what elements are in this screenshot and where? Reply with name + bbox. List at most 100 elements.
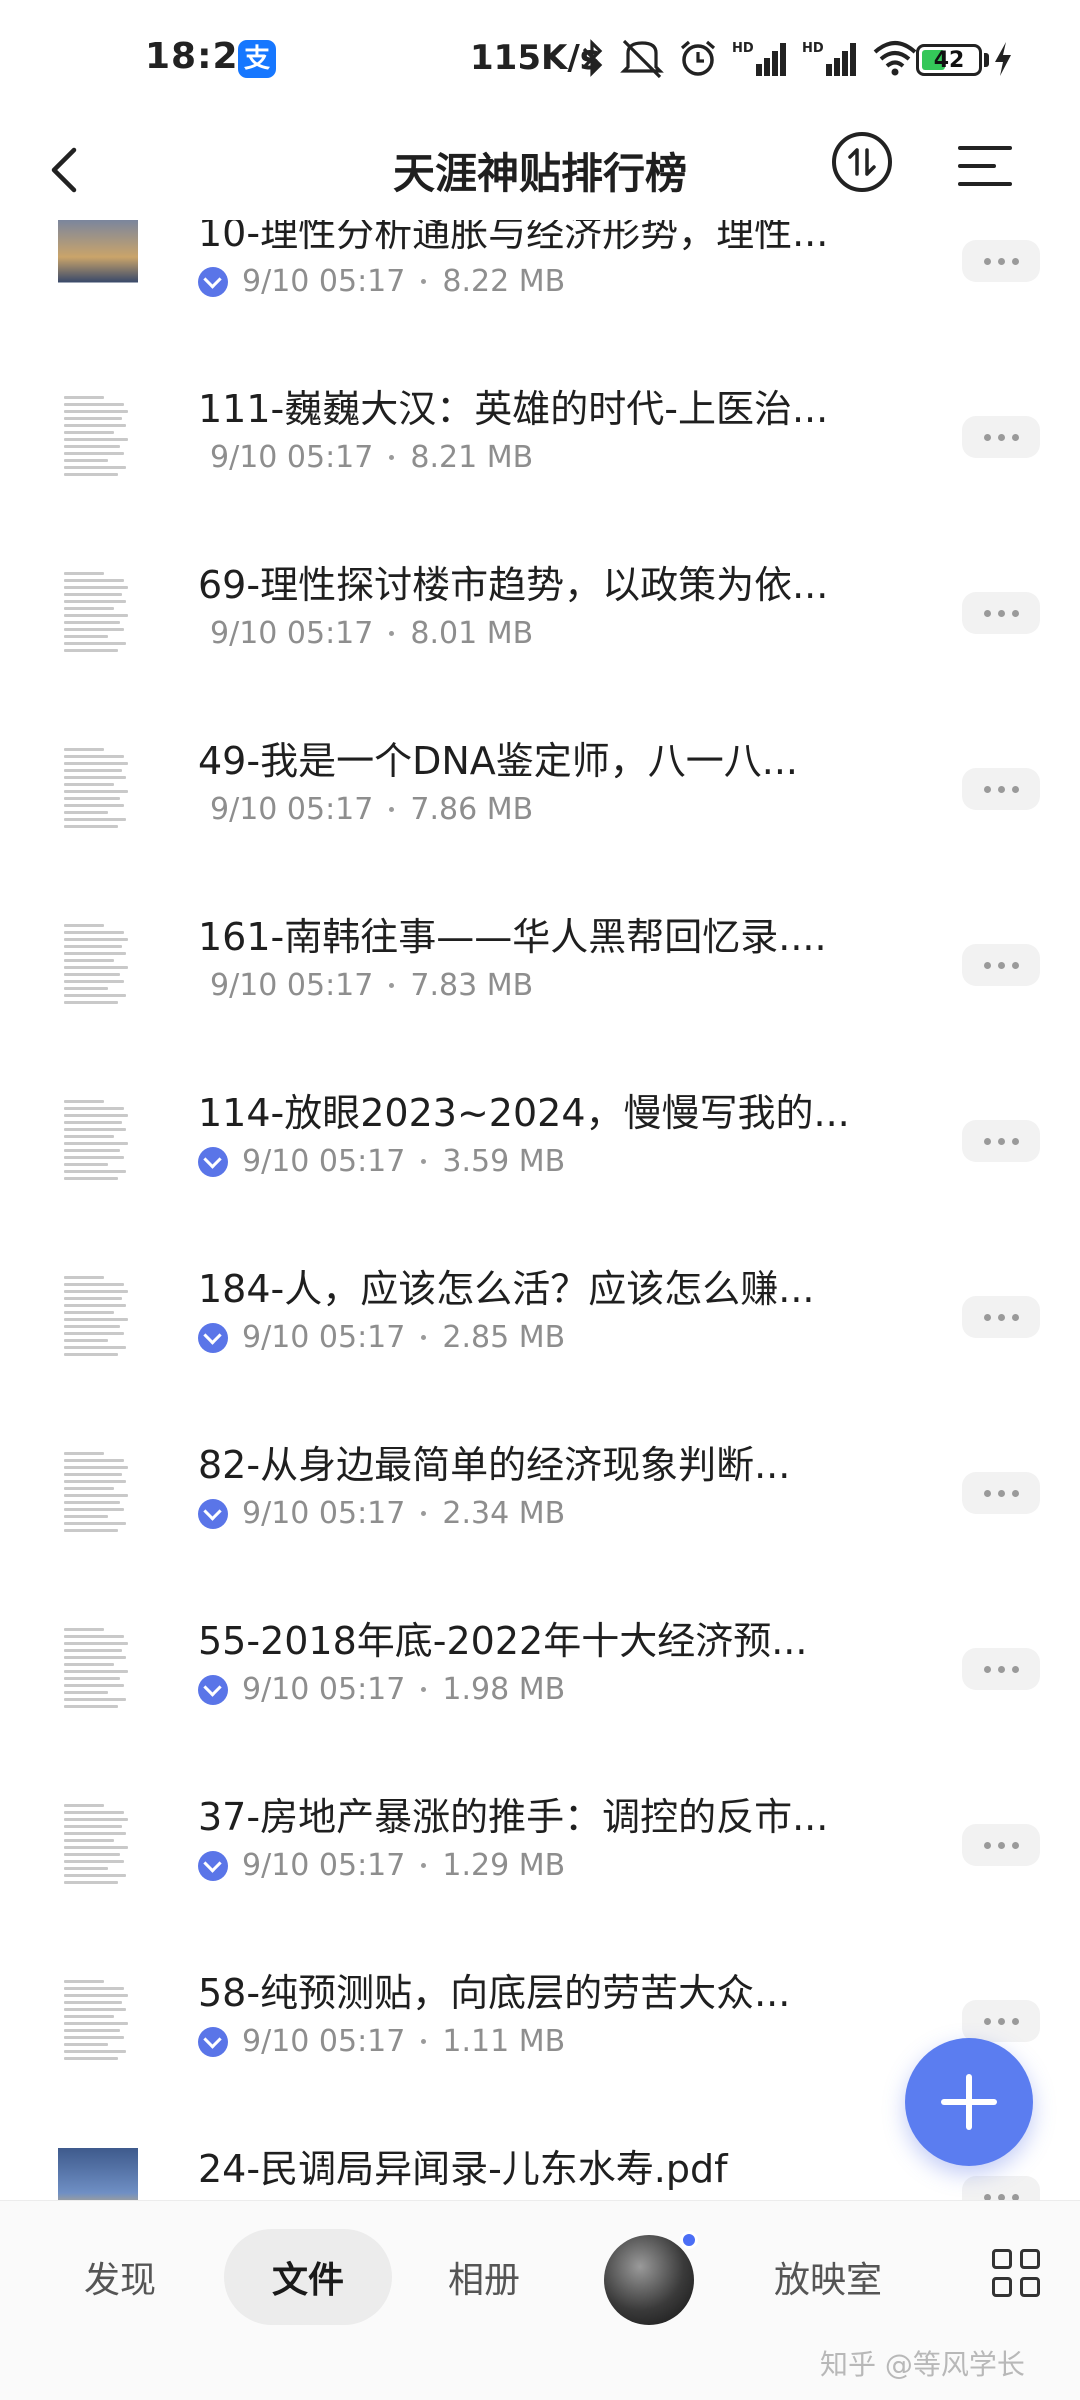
file-meta: 9/10 05:17 2.34 MB — [198, 1496, 565, 1531]
separator-dot — [421, 1335, 427, 1340]
assistant-orb-button[interactable] — [604, 2235, 694, 2325]
downloaded-icon — [198, 1850, 228, 1881]
file-row[interactable]: 161-南韩往事——华人黑帮回忆录.... 9/10 05:17 7.83 MB — [0, 876, 1080, 1052]
more-options-button[interactable] — [962, 240, 1040, 282]
more-options-button[interactable] — [962, 768, 1040, 810]
more-options-button[interactable] — [962, 1824, 1040, 1866]
file-row[interactable]: 37-房地产暴涨的推手：调控的反市... 9/10 05:17 1.29 MB — [0, 1756, 1080, 1932]
hd-signal-icon: HD — [802, 41, 856, 76]
more-options-button[interactable] — [962, 1296, 1040, 1338]
file-time: 9/10 05:17 — [242, 1672, 406, 1707]
alarm-icon — [680, 40, 716, 76]
more-options-button[interactable] — [962, 1472, 1040, 1514]
sort-button[interactable] — [832, 132, 892, 192]
file-thumbnail — [58, 220, 138, 312]
svg-text:HD: HD — [802, 41, 824, 56]
file-thumbnail — [58, 1444, 138, 1544]
more-dot — [983, 2017, 991, 2025]
more-options-button[interactable] — [962, 944, 1040, 986]
file-meta: 9/10 05:17 1.98 MB — [198, 1672, 565, 1707]
menu-line — [958, 146, 1012, 150]
tab-discover[interactable]: 发现 — [84, 2251, 156, 2303]
more-dot — [1011, 1489, 1019, 1497]
file-row[interactable]: 184-人，应该怎么活？应该怎么赚... 9/10 05:17 2.85 MB — [0, 1228, 1080, 1404]
file-size: 8.22 MB — [442, 264, 566, 299]
more-dot — [997, 785, 1005, 793]
file-meta: 9/10 05:17 2.85 MB — [198, 1320, 565, 1355]
status-icons: HD HD — [580, 36, 918, 80]
file-time: 9/10 05:17 — [242, 1496, 406, 1531]
file-row[interactable]: 49-我是一个DNA鉴定师，八一八... 9/10 05:17 7.86 MB — [0, 700, 1080, 876]
file-row[interactable]: 82-从身边最简单的经济现象判断... 9/10 05:17 2.34 MB — [0, 1404, 1080, 1580]
battery-icon: 42 — [916, 44, 982, 76]
apps-grid-icon[interactable] — [992, 2249, 1042, 2299]
file-name: 55-2018年底-2022年十大经济预... — [198, 1619, 808, 1663]
more-options-button[interactable] — [962, 592, 1040, 634]
more-dot — [1011, 609, 1019, 617]
sort-icon — [848, 148, 876, 176]
more-options-button[interactable] — [962, 416, 1040, 458]
bottom-tab-bar: 发现 文件 相册 放映室 知乎 @等风学长 — [0, 2200, 1080, 2400]
file-meta: 9/10 05:17 7.86 MB — [210, 792, 533, 827]
more-dot — [1011, 2017, 1019, 2025]
tab-cinema[interactable]: 放映室 — [774, 2251, 882, 2303]
menu-line — [958, 164, 996, 168]
more-options-button[interactable] — [962, 1120, 1040, 1162]
file-meta: 9/10 05:17 8.01 MB — [210, 616, 533, 651]
more-dot — [997, 1137, 1005, 1145]
file-thumbnail — [58, 388, 138, 488]
downloaded-icon — [198, 2026, 228, 2057]
separator-dot — [421, 2039, 427, 2044]
file-size: 8.01 MB — [410, 616, 534, 651]
add-button[interactable] — [905, 2038, 1033, 2166]
file-time: 9/10 05:17 — [242, 1320, 406, 1355]
file-row[interactable]: 69-理性探讨楼市趋势，以政策为依... 9/10 05:17 8.01 MB — [0, 524, 1080, 700]
more-dot — [1011, 257, 1019, 265]
tab-files[interactable]: 文件 — [224, 2229, 393, 2325]
separator-dot — [389, 455, 395, 460]
wifi-icon — [873, 41, 917, 76]
file-time: 9/10 05:17 — [210, 616, 374, 651]
file-name: 114-放眼2023~2024，慢慢写我的... — [198, 1091, 850, 1135]
more-dot — [983, 433, 991, 441]
more-dot — [983, 257, 991, 265]
file-row[interactable]: 111-巍巍大汉：英雄的时代-上医治... 9/10 05:17 8.21 MB — [0, 348, 1080, 524]
file-time: 9/10 05:17 — [210, 440, 374, 475]
file-meta: 9/10 05:17 1.29 MB — [198, 1848, 565, 1883]
more-dot — [983, 609, 991, 617]
more-dot — [1011, 1665, 1019, 1673]
more-options-button[interactable] — [962, 2176, 1040, 2200]
downloaded-icon — [198, 1146, 228, 1177]
more-dot — [983, 785, 991, 793]
more-dot — [983, 1489, 991, 1497]
file-row[interactable]: 55-2018年底-2022年十大经济预... 9/10 05:17 1.98 MB — [0, 1580, 1080, 1756]
file-row[interactable]: 114-放眼2023~2024，慢慢写我的... 9/10 05:17 3.59 M… — [0, 1052, 1080, 1228]
status-bar: 18:25 支 115K/s HD HD 42 — [0, 0, 1080, 120]
svg-text:HD: HD — [732, 41, 754, 56]
more-dot — [997, 257, 1005, 265]
file-row[interactable]: 10-理性分析通胀与经济形势，理性... 9/10 05:17 8.22 MB — [0, 220, 1080, 348]
more-dot — [997, 2017, 1005, 2025]
file-time: 9/10 05:17 — [210, 792, 374, 827]
separator-dot — [421, 1159, 427, 1164]
more-options-button[interactable] — [962, 2000, 1040, 2042]
more-dot — [1011, 1313, 1019, 1321]
file-meta: 9/10 05:17 8.22 MB — [198, 264, 565, 299]
file-meta: 9/10 05:17 1.11 MB — [198, 2024, 565, 2059]
file-time: 9/10 05:17 — [242, 1848, 406, 1883]
tab-album[interactable]: 相册 — [448, 2251, 520, 2303]
separator-dot — [421, 1863, 427, 1868]
menu-button[interactable] — [958, 146, 1012, 186]
file-name: 49-我是一个DNA鉴定师，八一八... — [198, 739, 798, 783]
more-options-button[interactable] — [962, 1648, 1040, 1690]
file-thumbnail — [58, 1268, 138, 1368]
more-dot — [997, 961, 1005, 969]
file-time: 9/10 05:17 — [242, 1144, 406, 1179]
file-thumbnail — [58, 1092, 138, 1192]
file-size: 7.86 MB — [410, 792, 534, 827]
more-dot — [997, 1313, 1005, 1321]
file-name: 37-房地产暴涨的推手：调控的反市... — [198, 1795, 829, 1839]
more-dot — [1011, 1841, 1019, 1849]
file-meta: 9/10 05:17 7.83 MB — [210, 968, 533, 1003]
more-dot — [983, 961, 991, 969]
